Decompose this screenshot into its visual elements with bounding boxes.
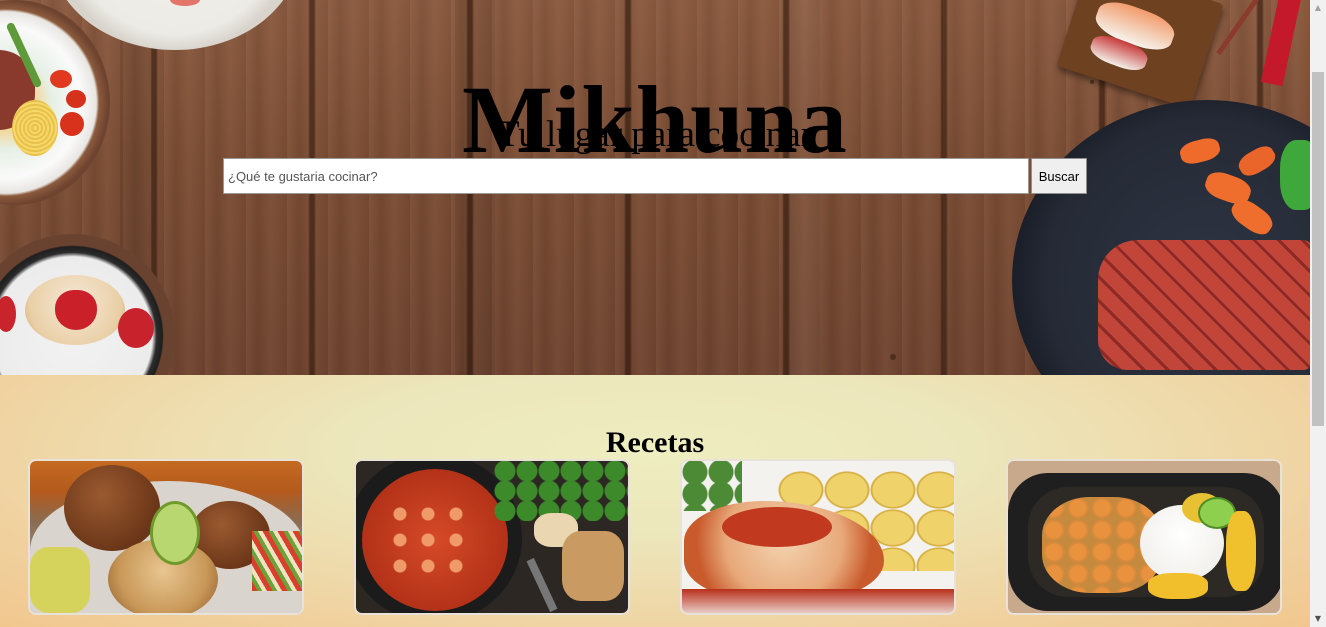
recipe-image	[682, 461, 954, 613]
scrollbar-thumb[interactable]	[1312, 72, 1324, 426]
search-input[interactable]	[223, 158, 1029, 194]
recipe-card[interactable]	[1006, 459, 1282, 615]
site-subtitle: Tu lugar para cocinar	[496, 114, 814, 155]
recipes-section: Recetas	[0, 375, 1310, 627]
recipe-image	[1008, 461, 1280, 613]
recipes-heading: Recetas	[605, 425, 705, 459]
search-button[interactable]: Buscar	[1031, 158, 1087, 194]
scroll-down-icon[interactable]: ▼	[1310, 611, 1326, 627]
wood-knot	[890, 354, 896, 360]
hero-banner: Mikhuna Tu lugar para cocinar Buscar	[0, 0, 1310, 375]
steak-image	[1098, 240, 1310, 370]
scroll-up-icon[interactable]: ▲	[1310, 0, 1326, 16]
chopsticks-image	[1216, 0, 1261, 56]
recipe-image	[30, 461, 302, 613]
recipe-card[interactable]	[680, 459, 956, 615]
strawberry-image	[118, 308, 154, 348]
strawberry-image	[55, 290, 97, 330]
recipe-card[interactable]	[354, 459, 630, 615]
page-viewport: Mikhuna Tu lugar para cocinar Buscar Rec…	[0, 0, 1310, 627]
recipe-card[interactable]	[28, 459, 304, 615]
recipe-image	[356, 461, 628, 613]
vertical-scrollbar[interactable]: ▲ ▼	[1310, 0, 1326, 627]
